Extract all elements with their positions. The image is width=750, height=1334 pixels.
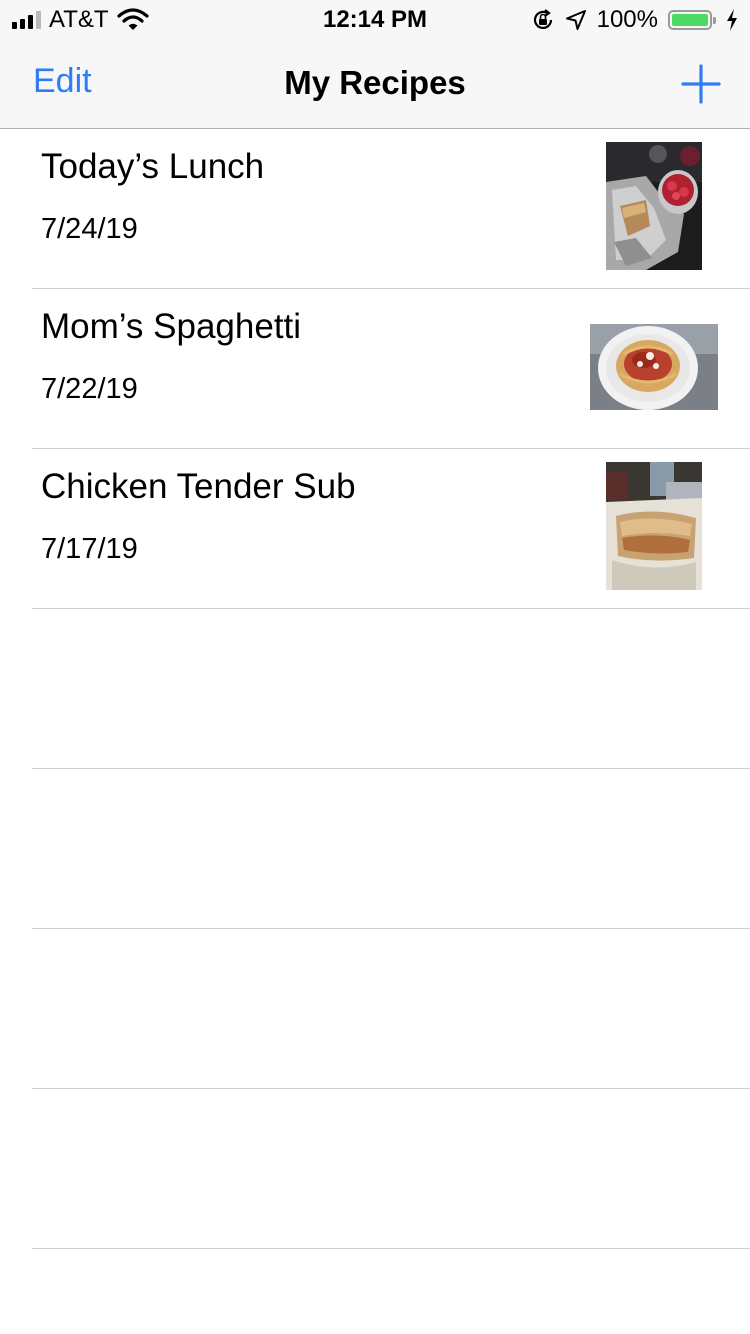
recipe-title: Mom’s Spaghetti (41, 307, 302, 346)
plus-icon (681, 64, 721, 104)
recipe-thumbnail (606, 142, 702, 270)
empty-row (32, 609, 750, 769)
battery-percent: 100% (596, 6, 658, 33)
battery-icon (668, 10, 716, 30)
page-title: My Recipes (284, 64, 466, 101)
status-left: AT&T (12, 0, 149, 40)
recipe-date: 7/17/19 (41, 533, 138, 565)
recipe-thumbnail (590, 324, 718, 410)
recipe-thumbnail (606, 462, 702, 590)
recipe-date: 7/22/19 (41, 373, 138, 405)
recipe-table: Today’s Lunch 7/24/19 Mom’s Spaghetti 7/… (0, 129, 750, 1249)
edit-button[interactable]: Edit (33, 62, 92, 101)
recipe-title: Chicken Tender Sub (41, 467, 356, 506)
recipe-title: Today’s Lunch (41, 147, 265, 186)
carrier-label: AT&T (49, 6, 109, 33)
status-right: 100% (531, 0, 738, 40)
empty-row (32, 769, 750, 929)
empty-row (32, 1089, 750, 1249)
location-icon (565, 9, 587, 31)
charging-icon (726, 9, 738, 31)
recipe-row[interactable]: Today’s Lunch 7/24/19 (32, 129, 750, 289)
orientation-lock-icon (531, 8, 555, 32)
add-recipe-button[interactable] (676, 59, 726, 109)
recipe-row[interactable]: Mom’s Spaghetti 7/22/19 (32, 289, 750, 449)
wifi-icon (116, 8, 149, 32)
recipe-row[interactable]: Chicken Tender Sub 7/17/19 (32, 449, 750, 609)
signal-icon (12, 11, 41, 29)
navigation-bar: Edit My Recipes (0, 40, 750, 129)
empty-row (32, 929, 750, 1089)
recipe-date: 7/24/19 (41, 213, 138, 245)
status-bar: AT&T 12:14 PM 100% (0, 0, 750, 40)
